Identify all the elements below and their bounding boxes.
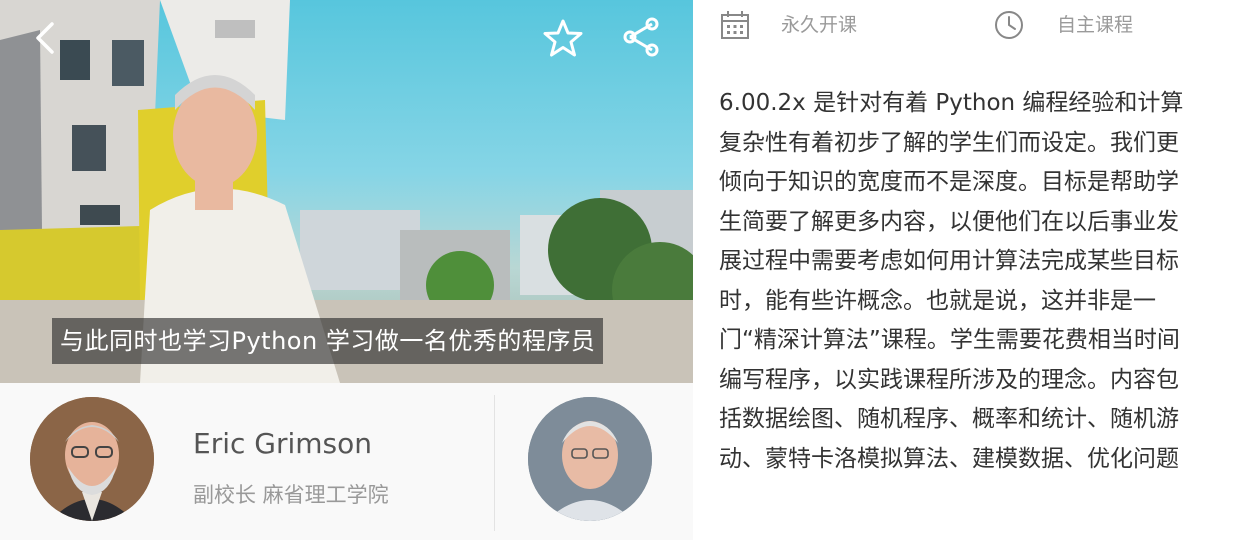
instructor-list: Eric Grimson 副校长 麻省理工学院 — [0, 383, 693, 540]
instructor-name[interactable]: Eric Grimson — [193, 427, 372, 460]
course-pace-label: 自主课程 — [1057, 14, 1134, 36]
share-icon — [623, 17, 659, 57]
description-line: 门“精深计算法”课程。学生需要花费相当时间 — [719, 327, 1180, 353]
instructor-avatar[interactable] — [528, 397, 652, 521]
share-button[interactable] — [620, 16, 662, 58]
chevron-left-icon — [36, 22, 54, 54]
clock-icon — [995, 11, 1023, 39]
instructor-photo — [528, 397, 652, 521]
star-outline-icon — [543, 19, 583, 57]
course-description: 6.00.2x 是针对有着 Python 编程经验和计算 复杂性有着初步了解的学… — [719, 84, 1239, 479]
description-line: 时，能有些许概念。也就是说，这并非是一 — [719, 287, 1156, 314]
video-subtitle: 与此同时也学习Python 学习做一名优秀的程序员 — [52, 318, 604, 364]
calendar-icon — [721, 11, 749, 39]
description-line: 6.00.2x 是针对有着 Python 编程经验和计算 — [719, 90, 1184, 116]
instructor-divider — [494, 395, 495, 531]
video-player[interactable]: 与此同时也学习Python 学习做一名优秀的程序员 — [0, 0, 693, 383]
description-line: 编写程序，以实践课程所涉及的理念。内容包 — [719, 366, 1179, 393]
course-start-label: 永久开课 — [781, 14, 858, 36]
description-line: 复杂性有着初步了解的学生们而设定。我们更 — [719, 129, 1179, 156]
description-line: 括数据绘图、随机程序、概率和统计、随机游 — [719, 406, 1179, 432]
description-line: 展过程中需要考虑如何用计算法完成某些目标 — [719, 248, 1179, 274]
description-line: 倾向于知识的宽度而不是深度。目标是帮助学 — [719, 169, 1179, 195]
instructor-title: 副校长 麻省理工学院 — [193, 483, 389, 507]
description-line: 动、蒙特卡洛模拟算法、建模数据、优化问题 — [719, 445, 1179, 472]
instructor-avatar[interactable] — [30, 397, 154, 521]
favorite-button[interactable] — [543, 18, 583, 58]
description-line: 生简要了解更多内容，以便他们在以后事业发 — [719, 208, 1179, 235]
instructor-photo — [30, 397, 154, 521]
course-info-panel: 永久开课 自主课程 6.00.2x 是针对有着 Python 编程经验和计算 复… — [693, 0, 1260, 540]
back-button[interactable] — [28, 18, 64, 58]
course-media-panel: 与此同时也学习Python 学习做一名优秀的程序员 Eric Grimson 副… — [0, 0, 693, 540]
